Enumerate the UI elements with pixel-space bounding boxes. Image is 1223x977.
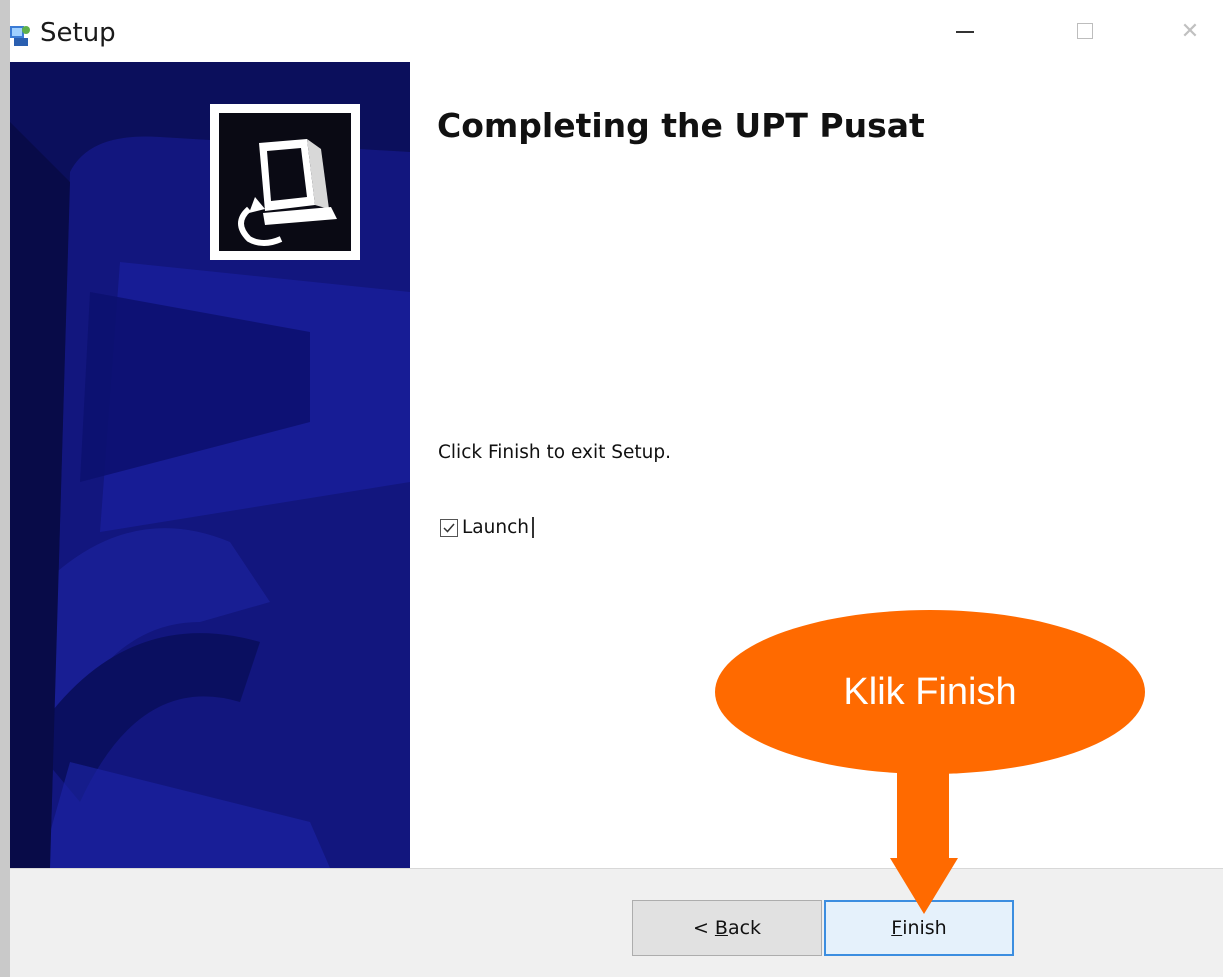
back-button-rest: ack [727, 917, 762, 939]
callout-text: Klik Finish [843, 670, 1017, 713]
maximize-icon [1077, 23, 1093, 39]
banner-logo [210, 104, 360, 260]
minimize-button[interactable] [930, 0, 1000, 62]
maximize-button[interactable] [1050, 0, 1120, 62]
title-bar[interactable]: Setup ✕ [10, 0, 1223, 62]
instruction-callout: Klik Finish [715, 610, 1145, 774]
back-button-accel: B [714, 917, 728, 939]
installer-icon [10, 26, 30, 46]
callout-arrow-head [890, 858, 958, 914]
close-button[interactable]: ✕ [1155, 0, 1223, 62]
installer-computer-icon [219, 113, 351, 251]
launch-option[interactable]: Launch [440, 517, 534, 538]
checkmark-icon [443, 523, 455, 533]
launch-checkbox-label[interactable]: Launch [460, 517, 534, 538]
finish-button-rest: inish [902, 917, 947, 939]
close-icon: ✕ [1180, 18, 1200, 44]
finish-instruction: Click Finish to exit Setup. [438, 442, 671, 463]
button-bar: < Back Finish [10, 869, 1223, 977]
back-button-prefix: < [692, 917, 715, 939]
wizard-banner [10, 62, 410, 868]
callout-arrow-shaft [897, 770, 949, 860]
page-title: Completing the UPT Pusat [437, 106, 925, 145]
setup-window: Setup ✕ Completing the UPT Pusat Click F… [0, 0, 1223, 977]
launch-checkbox[interactable] [440, 518, 458, 537]
window-title: Setup [40, 18, 116, 48]
finish-button-accel: F [891, 917, 903, 939]
back-button[interactable]: < Back [632, 900, 822, 956]
minimize-icon [956, 31, 974, 33]
